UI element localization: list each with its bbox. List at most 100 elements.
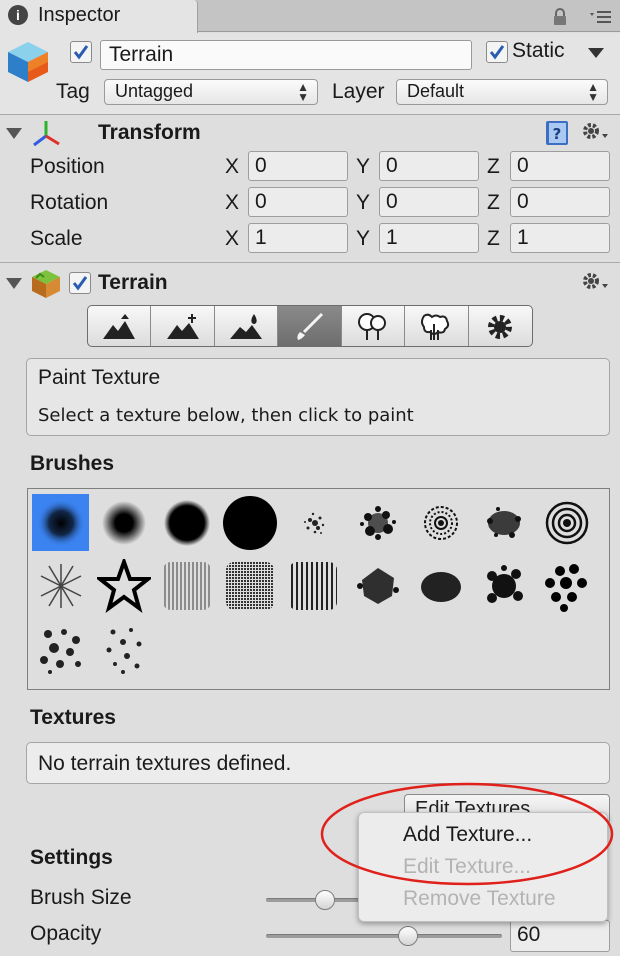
raise-lower-icon [103, 314, 136, 339]
terrain-icon [30, 268, 62, 300]
axis-x-label: X [225, 191, 240, 214]
brush-item[interactable] [538, 557, 595, 614]
updown-icon: ▲ ▼ [587, 80, 599, 104]
brush-item[interactable] [95, 557, 152, 614]
svg-text:?: ? [553, 125, 562, 143]
brush-item[interactable] [286, 494, 343, 551]
scale-y-field[interactable]: 1 [379, 223, 479, 253]
brush-size-label: Brush Size [30, 886, 132, 909]
static-checkbox[interactable] [486, 41, 508, 63]
paint-height-tool[interactable] [151, 306, 215, 346]
position-y-field[interactable]: 0 [379, 151, 479, 181]
scale-x-field[interactable]: 1 [248, 223, 348, 253]
tab-menu-icon[interactable] [590, 10, 612, 24]
rotation-y-field[interactable]: 0 [379, 187, 479, 217]
brush-item[interactable] [349, 494, 406, 551]
axis-x-label: X [225, 155, 240, 178]
brush-item[interactable] [95, 620, 152, 677]
terrain-enabled-checkbox[interactable] [69, 272, 91, 294]
brush-item[interactable] [412, 494, 469, 551]
smooth-height-tool[interactable] [215, 306, 279, 346]
rotation-label: Rotation [30, 191, 109, 214]
no-textures-text: No terrain textures defined. [38, 752, 292, 775]
position-z-field[interactable]: 0 [510, 151, 610, 181]
opacity-label: Opacity [30, 922, 102, 945]
axis-y-label: Y [356, 227, 371, 250]
opacity-field[interactable]: 60 [510, 920, 610, 952]
brush-item[interactable] [221, 557, 278, 614]
gameobject-icon [6, 40, 50, 84]
axis-x-label: X [225, 227, 240, 250]
brush-item[interactable] [32, 494, 89, 551]
brush-item[interactable] [349, 557, 406, 614]
brush-grid [27, 488, 610, 690]
paint-texture-tool[interactable] [278, 306, 342, 346]
paint-details-icon [421, 313, 450, 340]
position-x-field[interactable]: 0 [248, 151, 348, 181]
brush-item[interactable] [158, 494, 215, 551]
help-book-icon[interactable]: ? [544, 120, 570, 146]
annotation-ellipse [320, 782, 614, 886]
position-label: Position [30, 155, 105, 178]
tool-info-title: Paint Texture [38, 366, 161, 389]
layer-value: Default [407, 81, 465, 101]
axis-y-label: Y [356, 155, 371, 178]
terrain-title: Terrain [98, 271, 168, 294]
paint-details-tool[interactable] [405, 306, 469, 346]
brushes-title: Brushes [30, 452, 115, 475]
brush-item[interactable] [158, 557, 215, 614]
tag-dropdown[interactable]: Untagged ▲ ▼ [104, 79, 318, 105]
component-separator [0, 262, 620, 263]
terrain-foldout-icon[interactable] [6, 278, 22, 289]
terrain-gear-icon[interactable] [580, 270, 610, 296]
layer-dropdown[interactable]: Default ▲ ▼ [396, 79, 608, 105]
info-icon: i [8, 5, 28, 25]
updown-icon: ▲ ▼ [297, 80, 309, 104]
smooth-height-icon [230, 314, 263, 339]
brush-item[interactable] [32, 620, 89, 677]
textures-title: Textures [30, 706, 116, 729]
brush-item[interactable] [412, 557, 469, 614]
terrain-toolbar [87, 305, 533, 347]
place-trees-tool[interactable] [342, 306, 406, 346]
brush-item[interactable] [284, 557, 341, 614]
rotation-z-field[interactable]: 0 [510, 187, 610, 217]
scale-z-field[interactable]: 1 [510, 223, 610, 253]
brush-item[interactable] [221, 494, 278, 551]
layer-label: Layer [332, 80, 385, 103]
paint-height-icon [166, 314, 199, 339]
paint-texture-icon [296, 312, 323, 340]
scale-label: Scale [30, 227, 83, 250]
axis-z-label: Z [487, 227, 500, 250]
static-dropdown-icon[interactable] [588, 48, 604, 58]
brush-item[interactable] [32, 557, 89, 614]
axis-z-label: Z [487, 155, 500, 178]
tag-label: Tag [56, 80, 90, 103]
menu-item-remove-texture[interactable]: Remove Texture [403, 887, 556, 911]
brush-item[interactable] [475, 494, 532, 551]
lock-icon[interactable] [552, 8, 568, 26]
object-name-field[interactable]: Terrain [100, 40, 472, 70]
active-checkbox[interactable] [70, 41, 92, 63]
terrain-settings-tool[interactable] [469, 306, 532, 346]
transform-title: Transform [98, 121, 201, 144]
tab-inspector[interactable]: i Inspector [0, 0, 198, 33]
opacity-slider-thumb[interactable] [397, 926, 418, 946]
settings-title: Settings [30, 846, 113, 869]
brush-size-slider-thumb[interactable] [315, 890, 335, 910]
axis-z-label: Z [487, 191, 500, 214]
axis-y-label: Y [356, 191, 371, 214]
opacity-slider[interactable] [266, 934, 502, 938]
transform-icon [30, 118, 62, 150]
raise-lower-tool[interactable] [88, 306, 152, 346]
static-label: Static [512, 39, 565, 62]
transform-gear-icon[interactable] [580, 120, 610, 146]
rotation-x-field[interactable]: 0 [248, 187, 348, 217]
brush-item[interactable] [538, 494, 595, 551]
brush-item[interactable] [475, 557, 532, 614]
settings-icon [488, 315, 513, 339]
tag-value: Untagged [115, 81, 194, 101]
tool-info-text: Select a texture below, then click to pa… [38, 405, 414, 426]
transform-foldout-icon[interactable] [6, 128, 22, 139]
brush-item[interactable] [95, 494, 152, 551]
